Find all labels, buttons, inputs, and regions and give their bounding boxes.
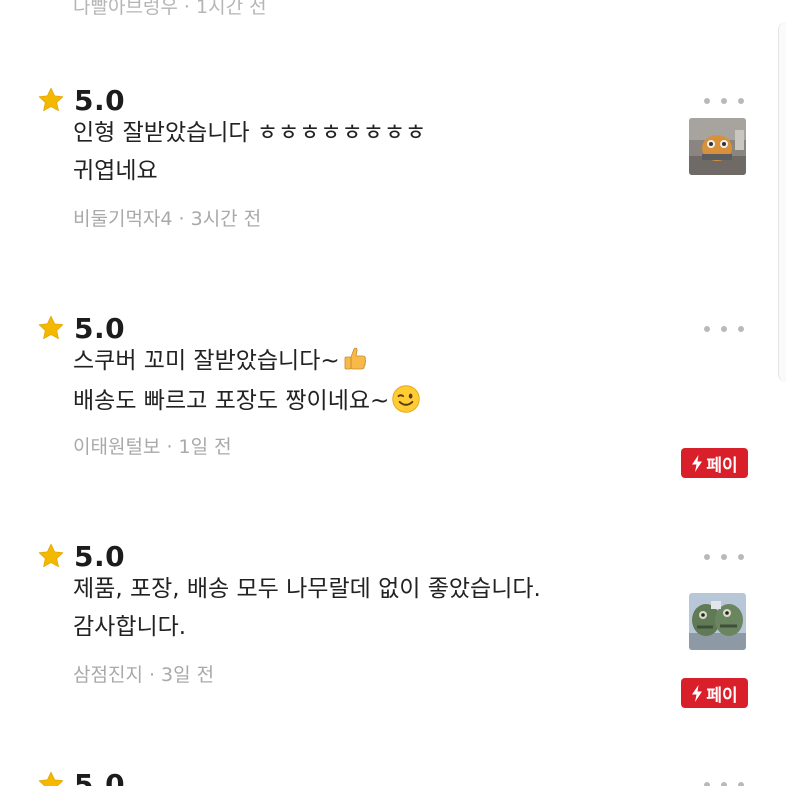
pay-badge-label: 페이 bbox=[706, 455, 738, 476]
review-item: 5.0 인형 잘받았습니다 ㅎㅎㅎㅎㅎㅎㅎㅎ 귀엽네요 비둘기먹자4 · 3시간… bbox=[0, 82, 786, 262]
review-text-line: 배송도 빠르고 포장도 짱이네요~ bbox=[73, 384, 421, 416]
review-text: 배송도 빠르고 포장도 짱이네요~ bbox=[73, 388, 390, 414]
thumbs-up-emoji bbox=[344, 347, 366, 370]
review-text-line: 제품, 포장, 배송 모두 나무랄데 없이 좋았습니다. bbox=[73, 576, 541, 602]
review-item: 5.0 제품, 포장, 배송 모두 나무랄데 없이 좋았습니다. 감사합니다. … bbox=[0, 538, 786, 718]
star-icon bbox=[38, 543, 64, 568]
rating-row: 5.0 bbox=[37, 82, 125, 118]
review-text-line: 스쿠버 꼬미 잘받았습니다~ bbox=[73, 346, 368, 376]
review-photo-thumbnail[interactable] bbox=[689, 118, 746, 175]
review-item: 5.0 bbox=[0, 766, 786, 786]
review-text-line: 인형 잘받았습니다 ㅎㅎㅎㅎㅎㅎㅎㅎ bbox=[73, 120, 427, 146]
star-icon bbox=[38, 315, 64, 340]
star-icon bbox=[38, 771, 64, 786]
more-options-icon[interactable] bbox=[704, 324, 744, 334]
review-text-line: 귀엽네요 bbox=[73, 158, 158, 184]
rating-row: 5.0 bbox=[37, 766, 125, 786]
review-text: 스쿠버 꼬미 잘받았습니다~ bbox=[73, 348, 340, 374]
review-meta: 비둘기먹자4 · 3시간 전 bbox=[73, 208, 262, 230]
rating-row: 5.0 bbox=[37, 538, 125, 574]
more-options-icon[interactable] bbox=[704, 780, 744, 786]
rating-value: 5.0 bbox=[74, 83, 126, 117]
rating-value: 5.0 bbox=[74, 311, 126, 345]
more-options-icon[interactable] bbox=[704, 552, 744, 562]
pay-badge-label: 페이 bbox=[706, 685, 738, 706]
winking-face-emoji bbox=[392, 385, 421, 413]
pay-badge: 페이 bbox=[681, 448, 748, 478]
rating-value: 5.0 bbox=[74, 539, 126, 573]
pay-badge: 페이 bbox=[681, 678, 748, 708]
review-meta: 이태원털보 · 1일 전 bbox=[73, 436, 232, 458]
review-text-line: 감사합니다. bbox=[73, 614, 187, 640]
review-item: 5.0 스쿠버 꼬미 잘받았습니다~ 배송도 빠르고 포장도 짱이네요~ 이태원… bbox=[0, 310, 786, 490]
rating-value: 5.0 bbox=[74, 767, 126, 786]
lightning-bolt-icon bbox=[692, 454, 703, 472]
more-options-icon[interactable] bbox=[704, 96, 744, 106]
lightning-bolt-icon bbox=[692, 684, 703, 702]
rating-row: 5.0 bbox=[37, 310, 125, 346]
star-icon bbox=[38, 87, 64, 112]
review-photo-thumbnail[interactable] bbox=[689, 593, 746, 650]
previous-review-meta: 나빨아브렁우 · 1시간 전 bbox=[73, 0, 267, 18]
review-meta: 삼점진지 · 3일 전 bbox=[73, 664, 215, 686]
